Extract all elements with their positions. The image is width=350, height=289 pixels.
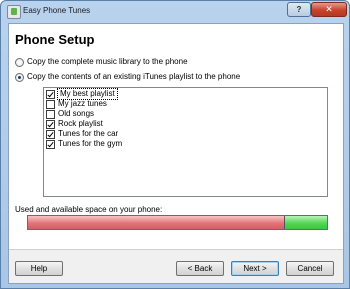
playlist-checkbox[interactable]: [46, 140, 55, 149]
playlist-checkbox[interactable]: [46, 90, 55, 99]
next-button[interactable]: Next >: [231, 261, 279, 276]
playlist-checkbox[interactable]: [46, 110, 55, 119]
close-button[interactable]: ✕: [311, 2, 347, 17]
space-used-segment: [28, 216, 286, 229]
app-icon: [7, 5, 21, 19]
space-label: Used and available space on your phone:: [15, 205, 163, 214]
wizard-page: Phone Setup Copy the complete music libr…: [9, 24, 343, 250]
help-title-button[interactable]: ?: [287, 2, 311, 17]
page-title: Phone Setup: [15, 32, 95, 47]
playlist-label: Tunes for the gym: [58, 139, 123, 148]
space-bar: [27, 215, 328, 230]
playlist-checkbox[interactable]: [46, 100, 55, 109]
radio-copy-playlist[interactable]: [15, 73, 24, 82]
radio-copy-library[interactable]: [15, 58, 24, 67]
playlist-label: My best playlist: [57, 88, 118, 100]
back-button[interactable]: < Back: [176, 261, 224, 276]
app-window: Easy Phone Tunes ? ✕ Phone Setup Copy th…: [0, 0, 350, 289]
playlist-list[interactable]: My best playlist My jazz tunes Old songs…: [43, 87, 328, 197]
space-free-segment: [284, 216, 327, 229]
title-bar[interactable]: Easy Phone Tunes ? ✕: [1, 1, 349, 22]
window-title: Easy Phone Tunes: [23, 6, 91, 15]
playlist-label: My jazz tunes: [58, 99, 107, 108]
playlist-checkbox[interactable]: [46, 120, 55, 129]
playlist-checkbox[interactable]: [46, 130, 55, 139]
playlist-label: Rock playlist: [58, 119, 103, 128]
cancel-button[interactable]: Cancel: [286, 261, 334, 276]
playlist-label: Old songs: [58, 109, 95, 118]
option-copy-library-label: Copy the complete music library to the p…: [27, 57, 188, 66]
wizard-body: Phone Setup Copy the complete music libr…: [8, 23, 344, 284]
option-copy-playlist-label: Copy the contents of an existing iTunes …: [27, 72, 241, 81]
playlist-label: Tunes for the car: [58, 129, 119, 138]
help-button[interactable]: Help: [15, 261, 63, 276]
